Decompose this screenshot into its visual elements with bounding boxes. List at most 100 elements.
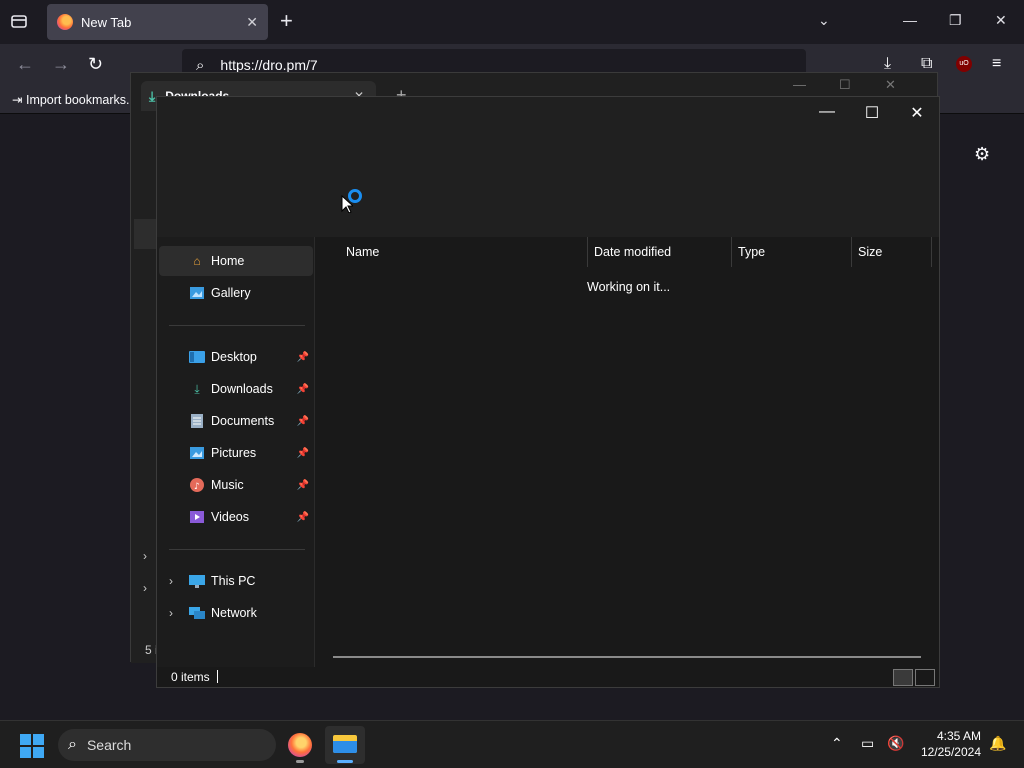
- chevron-right-icon[interactable]: ›: [143, 581, 147, 595]
- nav-item-label: Desktop: [211, 350, 257, 364]
- pin-icon[interactable]: 📌: [297, 352, 309, 363]
- horizontal-scrollbar[interactable]: [333, 656, 921, 658]
- reload-icon[interactable]: ↻: [88, 54, 103, 75]
- notifications-icon[interactable]: 🔔: [989, 735, 1006, 752]
- gallery-icon: [189, 286, 205, 300]
- volume-muted-icon[interactable]: 🔇: [887, 735, 904, 752]
- column-type[interactable]: Type: [732, 237, 852, 267]
- file-explorer-window: — ☐ ✕ ⌂ Home Gallery Desktop 📌 ⤓ Downloa…: [156, 96, 940, 688]
- chevron-right-icon[interactable]: ›: [143, 549, 147, 563]
- tab-title: New Tab: [81, 14, 132, 30]
- taskbar-firefox[interactable]: [280, 726, 320, 764]
- nav-item-label: Music: [211, 478, 244, 492]
- url-text: https://dro.pm/7: [220, 57, 318, 73]
- browser-tab-bar: New Tab ✕ + ⌄ — ❐ ✕: [0, 0, 1024, 44]
- nav-item-label: This PC: [211, 574, 256, 588]
- taskbar: ⌕ Search ⌃ ▭ 🔇 4:35 AM 12/25/2024 🔔: [0, 720, 1024, 768]
- pin-icon[interactable]: 📌: [297, 480, 309, 491]
- chevron-up-icon[interactable]: ⌃: [831, 735, 843, 752]
- nav-item-videos[interactable]: Videos 📌: [159, 502, 313, 532]
- nav-item-label: Documents: [211, 414, 275, 428]
- chevron-right-icon[interactable]: ›: [169, 574, 173, 588]
- background-selected-item: [134, 219, 156, 249]
- large-icons-view-icon[interactable]: [915, 669, 935, 686]
- minimize-icon[interactable]: —: [793, 77, 806, 92]
- nav-item-music[interactable]: ♪ Music 📌: [159, 470, 313, 500]
- nav-item-label: Downloads: [211, 382, 273, 396]
- nav-separator: [169, 549, 305, 550]
- ublock-origin-icon[interactable]: uO: [956, 56, 972, 72]
- import-icon: ⇥: [12, 93, 23, 107]
- close-window-icon[interactable]: ✕: [885, 77, 896, 93]
- gear-icon[interactable]: ⚙: [974, 144, 990, 165]
- nav-item-this-pc[interactable]: › This PC: [159, 566, 313, 596]
- firefox-icon: [288, 733, 312, 757]
- nav-item-desktop[interactable]: Desktop 📌: [159, 342, 313, 372]
- explorer-title-bar: — ☐ ✕: [157, 97, 939, 237]
- nav-item-pictures[interactable]: Pictures 📌: [159, 438, 313, 468]
- desktop-icon: [189, 350, 205, 364]
- file-explorer-icon: [333, 735, 357, 753]
- nav-item-label: Gallery: [211, 286, 251, 300]
- back-icon[interactable]: ←: [16, 54, 34, 75]
- forward-icon[interactable]: →: [52, 54, 70, 75]
- nav-item-label: Videos: [211, 510, 249, 524]
- maximize-icon[interactable]: ☐: [857, 103, 887, 123]
- display-icon[interactable]: ▭: [861, 735, 874, 752]
- pictures-icon: [189, 446, 205, 460]
- minimize-icon[interactable]: —: [903, 12, 917, 28]
- nav-item-downloads[interactable]: ⤓ Downloads 📌: [159, 374, 313, 404]
- extensions-icon[interactable]: ⧉: [921, 55, 932, 73]
- svg-text:♪: ♪: [194, 482, 200, 492]
- clock[interactable]: 4:35 AM 12/25/2024: [915, 728, 981, 760]
- import-bookmarks-link[interactable]: ⇥ Import bookmarks...: [12, 92, 136, 107]
- search-label: Search: [86, 737, 132, 753]
- close-window-icon[interactable]: ✕: [902, 103, 932, 123]
- nav-item-home[interactable]: ⌂ Home: [159, 246, 313, 276]
- new-tab-button[interactable]: +: [280, 10, 293, 32]
- tab-list-icon[interactable]: [10, 12, 28, 30]
- restore-icon[interactable]: ❐: [949, 12, 962, 29]
- nav-item-label: Home: [211, 254, 245, 268]
- close-tab-icon[interactable]: ✕: [246, 14, 258, 31]
- firefox-icon: [57, 14, 73, 30]
- maximize-icon[interactable]: ☐: [839, 77, 851, 93]
- start-icon[interactable]: [20, 734, 44, 758]
- pin-icon[interactable]: 📌: [297, 384, 309, 395]
- nav-item-documents[interactable]: Documents 📌: [159, 406, 313, 436]
- nav-item-gallery[interactable]: Gallery: [159, 278, 313, 308]
- column-size[interactable]: Size: [852, 237, 932, 267]
- running-indicator: [296, 760, 304, 763]
- pin-icon[interactable]: 📌: [297, 448, 309, 459]
- clock-time: 4:35 AM: [936, 729, 981, 743]
- pin-icon[interactable]: 📌: [297, 416, 309, 427]
- home-icon: ⌂: [193, 254, 201, 268]
- downloads-icon[interactable]: ⤓: [884, 55, 891, 73]
- nav-item-label: Network: [211, 606, 257, 620]
- column-name[interactable]: Name: [340, 237, 588, 267]
- network-icon: [189, 606, 205, 620]
- item-count: 0 items: [171, 670, 210, 684]
- close-window-icon[interactable]: ✕: [995, 12, 1007, 29]
- taskbar-file-explorer[interactable]: [325, 726, 365, 764]
- chevron-right-icon[interactable]: ›: [169, 606, 173, 620]
- menu-icon[interactable]: ≡: [992, 55, 1001, 73]
- details-view-icon[interactable]: [893, 669, 913, 686]
- navigation-pane: ⌂ Home Gallery Desktop 📌 ⤓ Downloads 📌 D…: [157, 237, 315, 667]
- search-icon: ⌕: [68, 736, 77, 753]
- clock-date: 12/25/2024: [920, 745, 981, 759]
- pin-icon[interactable]: 📌: [297, 512, 309, 523]
- chevron-down-icon[interactable]: ⌄: [818, 12, 830, 29]
- nav-item-label: Pictures: [211, 446, 257, 460]
- this-pc-icon: [189, 574, 205, 588]
- status-bar: 0 items: [157, 667, 939, 687]
- status-separator: [217, 670, 218, 683]
- minimize-icon[interactable]: —: [812, 103, 842, 121]
- nav-item-network[interactable]: › Network: [159, 598, 313, 628]
- documents-icon: [189, 414, 205, 428]
- column-date-modified[interactable]: Date modified: [588, 237, 732, 267]
- mouse-pointer-icon: [341, 195, 353, 213]
- taskbar-search[interactable]: ⌕ Search: [58, 729, 276, 761]
- browser-tab[interactable]: New Tab ✕: [47, 4, 268, 40]
- download-icon: ⤓: [194, 381, 200, 396]
